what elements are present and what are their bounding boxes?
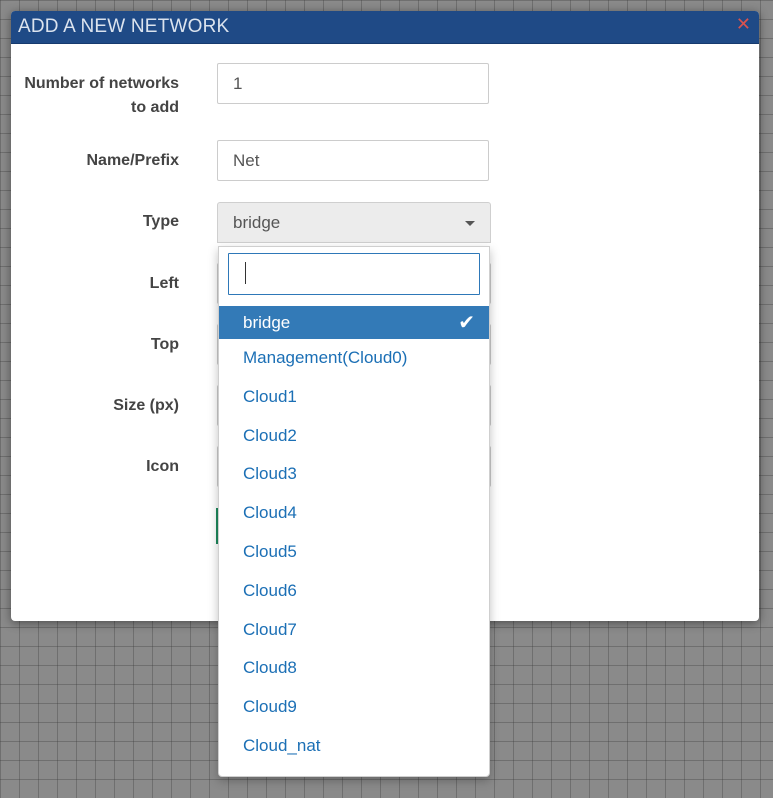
dropdown-option-label: Management(Cloud0) bbox=[243, 348, 408, 367]
dialog-title: ADD A NEW NETWORK bbox=[18, 16, 230, 37]
dropdown-option-label: Cloud1 bbox=[243, 386, 297, 406]
dropdown-option-label: Cloud7 bbox=[243, 619, 297, 639]
dropdown-option-label: Cloud5 bbox=[243, 541, 297, 561]
dropdown-option-label: Cloud_nat bbox=[243, 735, 321, 755]
check-icon: ✔ bbox=[458, 310, 475, 334]
dropdown-option[interactable]: Cloud1 bbox=[219, 381, 489, 420]
dropdown-option-label: Cloud8 bbox=[243, 658, 297, 678]
dropdown-option[interactable]: Cloud3 bbox=[219, 458, 489, 497]
dropdown-option-label: Cloud4 bbox=[243, 503, 297, 523]
name-input[interactable] bbox=[217, 140, 489, 181]
dropdown-option-label: Cloud9 bbox=[243, 697, 297, 717]
dropdown-option[interactable]: Cloud2 bbox=[219, 420, 489, 459]
count-input[interactable] bbox=[217, 63, 489, 104]
dropdown-option[interactable]: Cloud_nat bbox=[219, 730, 489, 769]
dropdown-option[interactable]: Cloud5 bbox=[219, 536, 489, 575]
dropdown-option-label: Cloud6 bbox=[243, 580, 297, 600]
dropdown-option[interactable]: Cloud9 bbox=[219, 691, 489, 730]
dropdown-option-label: Cloud2 bbox=[243, 425, 297, 445]
type-select-value: bridge bbox=[233, 213, 281, 232]
type-dropdown: bridge ✔ Management(Cloud0) Cloud1 Cloud2 Clo… bbox=[218, 246, 490, 777]
dropdown-option[interactable]: Cloud6 bbox=[219, 575, 489, 614]
count-label: Number of networks to add bbox=[24, 75, 179, 116]
dropdown-option[interactable]: Cloud4 bbox=[219, 497, 489, 536]
dialog-header: ADD A NEW NETWORK ✕ bbox=[11, 11, 759, 44]
close-icon[interactable]: ✕ bbox=[736, 14, 751, 35]
name-label: Name/Prefix bbox=[86, 152, 180, 169]
size-label: Size (px) bbox=[113, 397, 179, 414]
dropdown-option-label: Cloud3 bbox=[243, 464, 297, 484]
type-label: Type bbox=[142, 213, 179, 230]
top-label: Top bbox=[150, 336, 179, 353]
dropdown-option[interactable]: Cloud8 bbox=[219, 652, 489, 691]
dropdown-option[interactable]: bridge ✔ bbox=[219, 306, 489, 339]
dropdown-option[interactable]: Management(Cloud0) bbox=[219, 342, 489, 381]
text-cursor bbox=[245, 262, 246, 284]
icon-label: Icon bbox=[146, 458, 179, 475]
caret-down-icon bbox=[465, 221, 475, 226]
type-select[interactable]: bridge bbox=[217, 202, 491, 243]
dropdown-options: bridge ✔ Management(Cloud0) Cloud1 Cloud2 Clo… bbox=[219, 306, 489, 769]
dropdown-option-label: bridge bbox=[243, 313, 291, 332]
dropdown-option[interactable]: Cloud7 bbox=[219, 614, 489, 653]
left-label: Left bbox=[149, 275, 179, 292]
dropdown-search-input[interactable] bbox=[228, 253, 480, 295]
